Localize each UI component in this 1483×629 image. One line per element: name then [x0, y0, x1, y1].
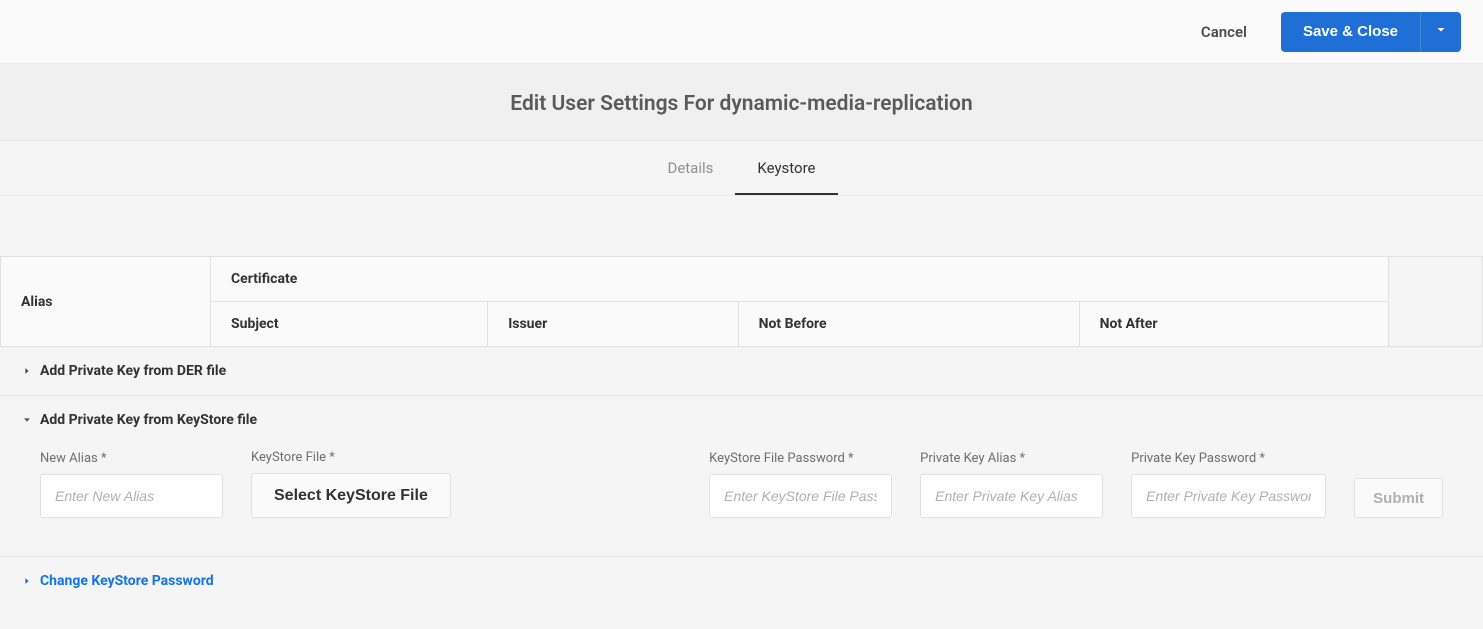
field-keystore-file: KeyStore File * Select KeyStore File	[251, 450, 451, 518]
input-private-key-password[interactable]	[1131, 474, 1326, 518]
accordion-change-password-title: Change KeyStore Password	[40, 573, 214, 589]
save-group: Save & Close	[1281, 12, 1461, 52]
field-keystore-password: KeyStore File Password *	[709, 451, 892, 518]
accordion-der: Add Private Key from DER file	[0, 347, 1483, 396]
accordion-keystore-header[interactable]: Add Private Key from KeyStore file	[0, 396, 1483, 444]
label-keystore-password: KeyStore File Password *	[709, 451, 892, 466]
keystore-form: New Alias * KeyStore File * Select KeySt…	[0, 444, 1483, 556]
accordion-keystore-title: Add Private Key from KeyStore file	[40, 412, 257, 428]
keystore-table: Alias Certificate Subject Issuer Not Bef…	[0, 256, 1483, 347]
top-bar: Cancel Save & Close	[0, 0, 1483, 64]
label-keystore-file: KeyStore File *	[251, 450, 451, 465]
col-not-after: Not After	[1079, 302, 1388, 347]
field-private-key-alias: Private Key Alias *	[920, 451, 1103, 518]
col-alias: Alias	[1, 257, 211, 347]
col-subject: Subject	[211, 302, 488, 347]
tab-details[interactable]: Details	[645, 141, 735, 195]
input-new-alias[interactable]	[40, 474, 223, 518]
col-issuer: Issuer	[488, 302, 738, 347]
col-certificate: Certificate	[211, 257, 1389, 302]
chevron-right-icon	[22, 576, 32, 586]
tab-keystore[interactable]: Keystore	[735, 141, 837, 195]
label-private-key-password: Private Key Password *	[1131, 451, 1326, 466]
field-new-alias: New Alias *	[40, 451, 223, 518]
accordion-change-password: Change KeyStore Password	[0, 557, 1483, 605]
page-title: Edit User Settings For dynamic-media-rep…	[0, 64, 1483, 141]
content: Alias Certificate Subject Issuer Not Bef…	[0, 196, 1483, 605]
save-dropdown-button[interactable]	[1421, 12, 1461, 52]
cancel-button[interactable]: Cancel	[1201, 23, 1247, 41]
col-not-before: Not Before	[738, 302, 1079, 347]
tabs: Details Keystore	[0, 141, 1483, 196]
chevron-down-icon	[1435, 24, 1447, 39]
label-private-key-alias: Private Key Alias *	[920, 451, 1103, 466]
accordion-change-password-header[interactable]: Change KeyStore Password	[0, 557, 1483, 605]
chevron-right-icon	[22, 366, 32, 376]
col-actions	[1389, 257, 1483, 347]
select-keystore-file-button[interactable]: Select KeyStore File	[251, 473, 451, 518]
save-close-button[interactable]: Save & Close	[1281, 12, 1421, 52]
accordion-der-header[interactable]: Add Private Key from DER file	[0, 347, 1483, 395]
accordion-keystore: Add Private Key from KeyStore file New A…	[0, 396, 1483, 557]
input-private-key-alias[interactable]	[920, 474, 1103, 518]
chevron-down-icon	[22, 415, 32, 425]
accordion-der-title: Add Private Key from DER file	[40, 363, 226, 379]
field-private-key-password: Private Key Password *	[1131, 451, 1326, 518]
input-keystore-password[interactable]	[709, 474, 892, 518]
submit-button[interactable]: Submit	[1354, 478, 1443, 518]
label-new-alias: New Alias *	[40, 451, 223, 466]
